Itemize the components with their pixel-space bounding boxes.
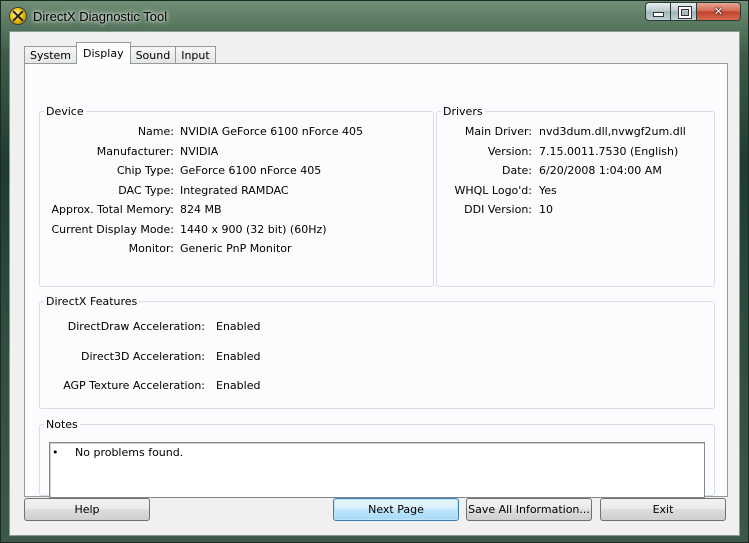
- ddi-version-label: DDI Version:: [464, 203, 532, 216]
- save-all-information-button[interactable]: Save All Information...: [466, 498, 592, 521]
- driver-date-value: 6/20/2008 1:04:00 AM: [539, 164, 662, 177]
- minimize-icon: [654, 13, 663, 16]
- device-name-row: Name: NVIDIA GeForce 6100 nForce 405: [39, 125, 363, 139]
- whql-value: Yes: [539, 184, 557, 197]
- monitor-row: Monitor: Generic PnP Monitor: [39, 242, 292, 256]
- directdraw-value: Enabled: [216, 320, 261, 333]
- window-controls: ✕: [645, 2, 741, 21]
- main-driver-value: nvd3dum.dll,nvwgf2um.dll: [539, 125, 686, 138]
- direct3d-label: Direct3D Acceleration:: [81, 350, 205, 363]
- driver-version-value: 7.15.0011.7530 (English): [539, 145, 679, 158]
- chip-type-label: Chip Type:: [116, 164, 174, 177]
- total-memory-label: Approx. Total Memory:: [51, 203, 175, 216]
- manufacturer-value: NVIDIA: [180, 145, 219, 158]
- notes-group-title: Notes: [46, 418, 78, 431]
- driver-date-label: Date:: [502, 164, 532, 177]
- whql-row: WHQL Logo'd: Yes: [436, 184, 557, 198]
- close-icon: ✕: [713, 5, 724, 18]
- display-tab-panel: Device Name: NVIDIA GeForce 6100 nForce …: [24, 63, 728, 498]
- notes-text-box[interactable]: • No problems found.: [49, 442, 705, 498]
- notes-group: Notes • No problems found.: [39, 418, 715, 498]
- manufacturer-row: Manufacturer: NVIDIA: [39, 145, 218, 159]
- direct3d-row: Direct3D Acceleration: Enabled: [39, 350, 260, 364]
- total-memory-row: Approx. Total Memory: 824 MB: [39, 203, 222, 217]
- directx-app-icon: [10, 8, 26, 24]
- help-button[interactable]: Help: [24, 498, 150, 521]
- display-mode-label: Current Display Mode:: [51, 223, 174, 236]
- agp-texture-label: AGP Texture Acceleration:: [63, 379, 205, 392]
- close-button[interactable]: ✕: [697, 2, 741, 21]
- note-item: • No problems found.: [52, 446, 183, 459]
- dac-type-row: DAC Type: Integrated RAMDAC: [39, 184, 289, 198]
- title-bar[interactable]: DirectX Diagnostic Tool ✕: [1, 1, 748, 33]
- main-driver-label: Main Driver:: [464, 125, 532, 138]
- directdraw-label: DirectDraw Acceleration:: [67, 320, 205, 333]
- minimize-button[interactable]: [645, 2, 671, 21]
- total-memory-value: 824 MB: [180, 203, 222, 216]
- direct3d-value: Enabled: [216, 350, 261, 363]
- monitor-label: Monitor:: [128, 242, 174, 255]
- note-text: No problems found.: [75, 446, 184, 459]
- agp-texture-row: AGP Texture Acceleration: Enabled: [39, 379, 260, 393]
- tab-sound[interactable]: Sound: [129, 46, 177, 64]
- tab-strip: System Display Sound Input: [24, 42, 216, 64]
- monitor-value: Generic PnP Monitor: [180, 242, 292, 255]
- maximize-icon: [679, 7, 691, 18]
- bullet-icon: •: [52, 446, 59, 459]
- chip-type-row: Chip Type: GeForce 6100 nForce 405: [39, 164, 321, 178]
- directdraw-row: DirectDraw Acceleration: Enabled: [39, 320, 261, 334]
- directx-features-title: DirectX Features: [46, 295, 138, 308]
- display-mode-row: Current Display Mode: 1440 x 900 (32 bit…: [39, 223, 327, 237]
- manufacturer-label: Manufacturer:: [96, 145, 174, 158]
- ddi-version-value: 10: [539, 203, 553, 216]
- exit-button[interactable]: Exit: [600, 498, 726, 521]
- dxdiag-window: DirectX Diagnostic Tool ✕ System Display…: [0, 0, 749, 543]
- driver-version-label: Version:: [487, 145, 532, 158]
- chip-type-value: GeForce 6100 nForce 405: [180, 164, 322, 177]
- tab-system[interactable]: System: [24, 46, 78, 64]
- dac-type-value: Integrated RAMDAC: [180, 184, 289, 197]
- device-name-value: NVIDIA GeForce 6100 nForce 405: [180, 125, 363, 138]
- window-title: DirectX Diagnostic Tool: [33, 9, 168, 24]
- main-driver-row: Main Driver: nvd3dum.dll,nvwgf2um.dll: [436, 125, 686, 139]
- display-mode-value: 1440 x 900 (32 bit) (60Hz): [180, 223, 327, 236]
- ddi-version-row: DDI Version: 10: [436, 203, 553, 217]
- maximize-button[interactable]: [671, 2, 697, 21]
- driver-date-row: Date: 6/20/2008 1:04:00 AM: [436, 164, 662, 178]
- dialog-client-area: System Display Sound Input Device Name: …: [9, 31, 740, 536]
- tab-display[interactable]: Display: [76, 42, 131, 64]
- driver-version-row: Version: 7.15.0011.7530 (English): [436, 145, 678, 159]
- dac-type-label: DAC Type:: [118, 184, 174, 197]
- whql-label: WHQL Logo'd:: [454, 184, 532, 197]
- drivers-group-title: Drivers: [443, 105, 483, 118]
- tab-input[interactable]: Input: [175, 46, 216, 64]
- device-name-label: Name:: [137, 125, 174, 138]
- next-page-button[interactable]: Next Page: [333, 498, 459, 521]
- agp-texture-value: Enabled: [216, 379, 261, 392]
- device-group-title: Device: [46, 105, 84, 118]
